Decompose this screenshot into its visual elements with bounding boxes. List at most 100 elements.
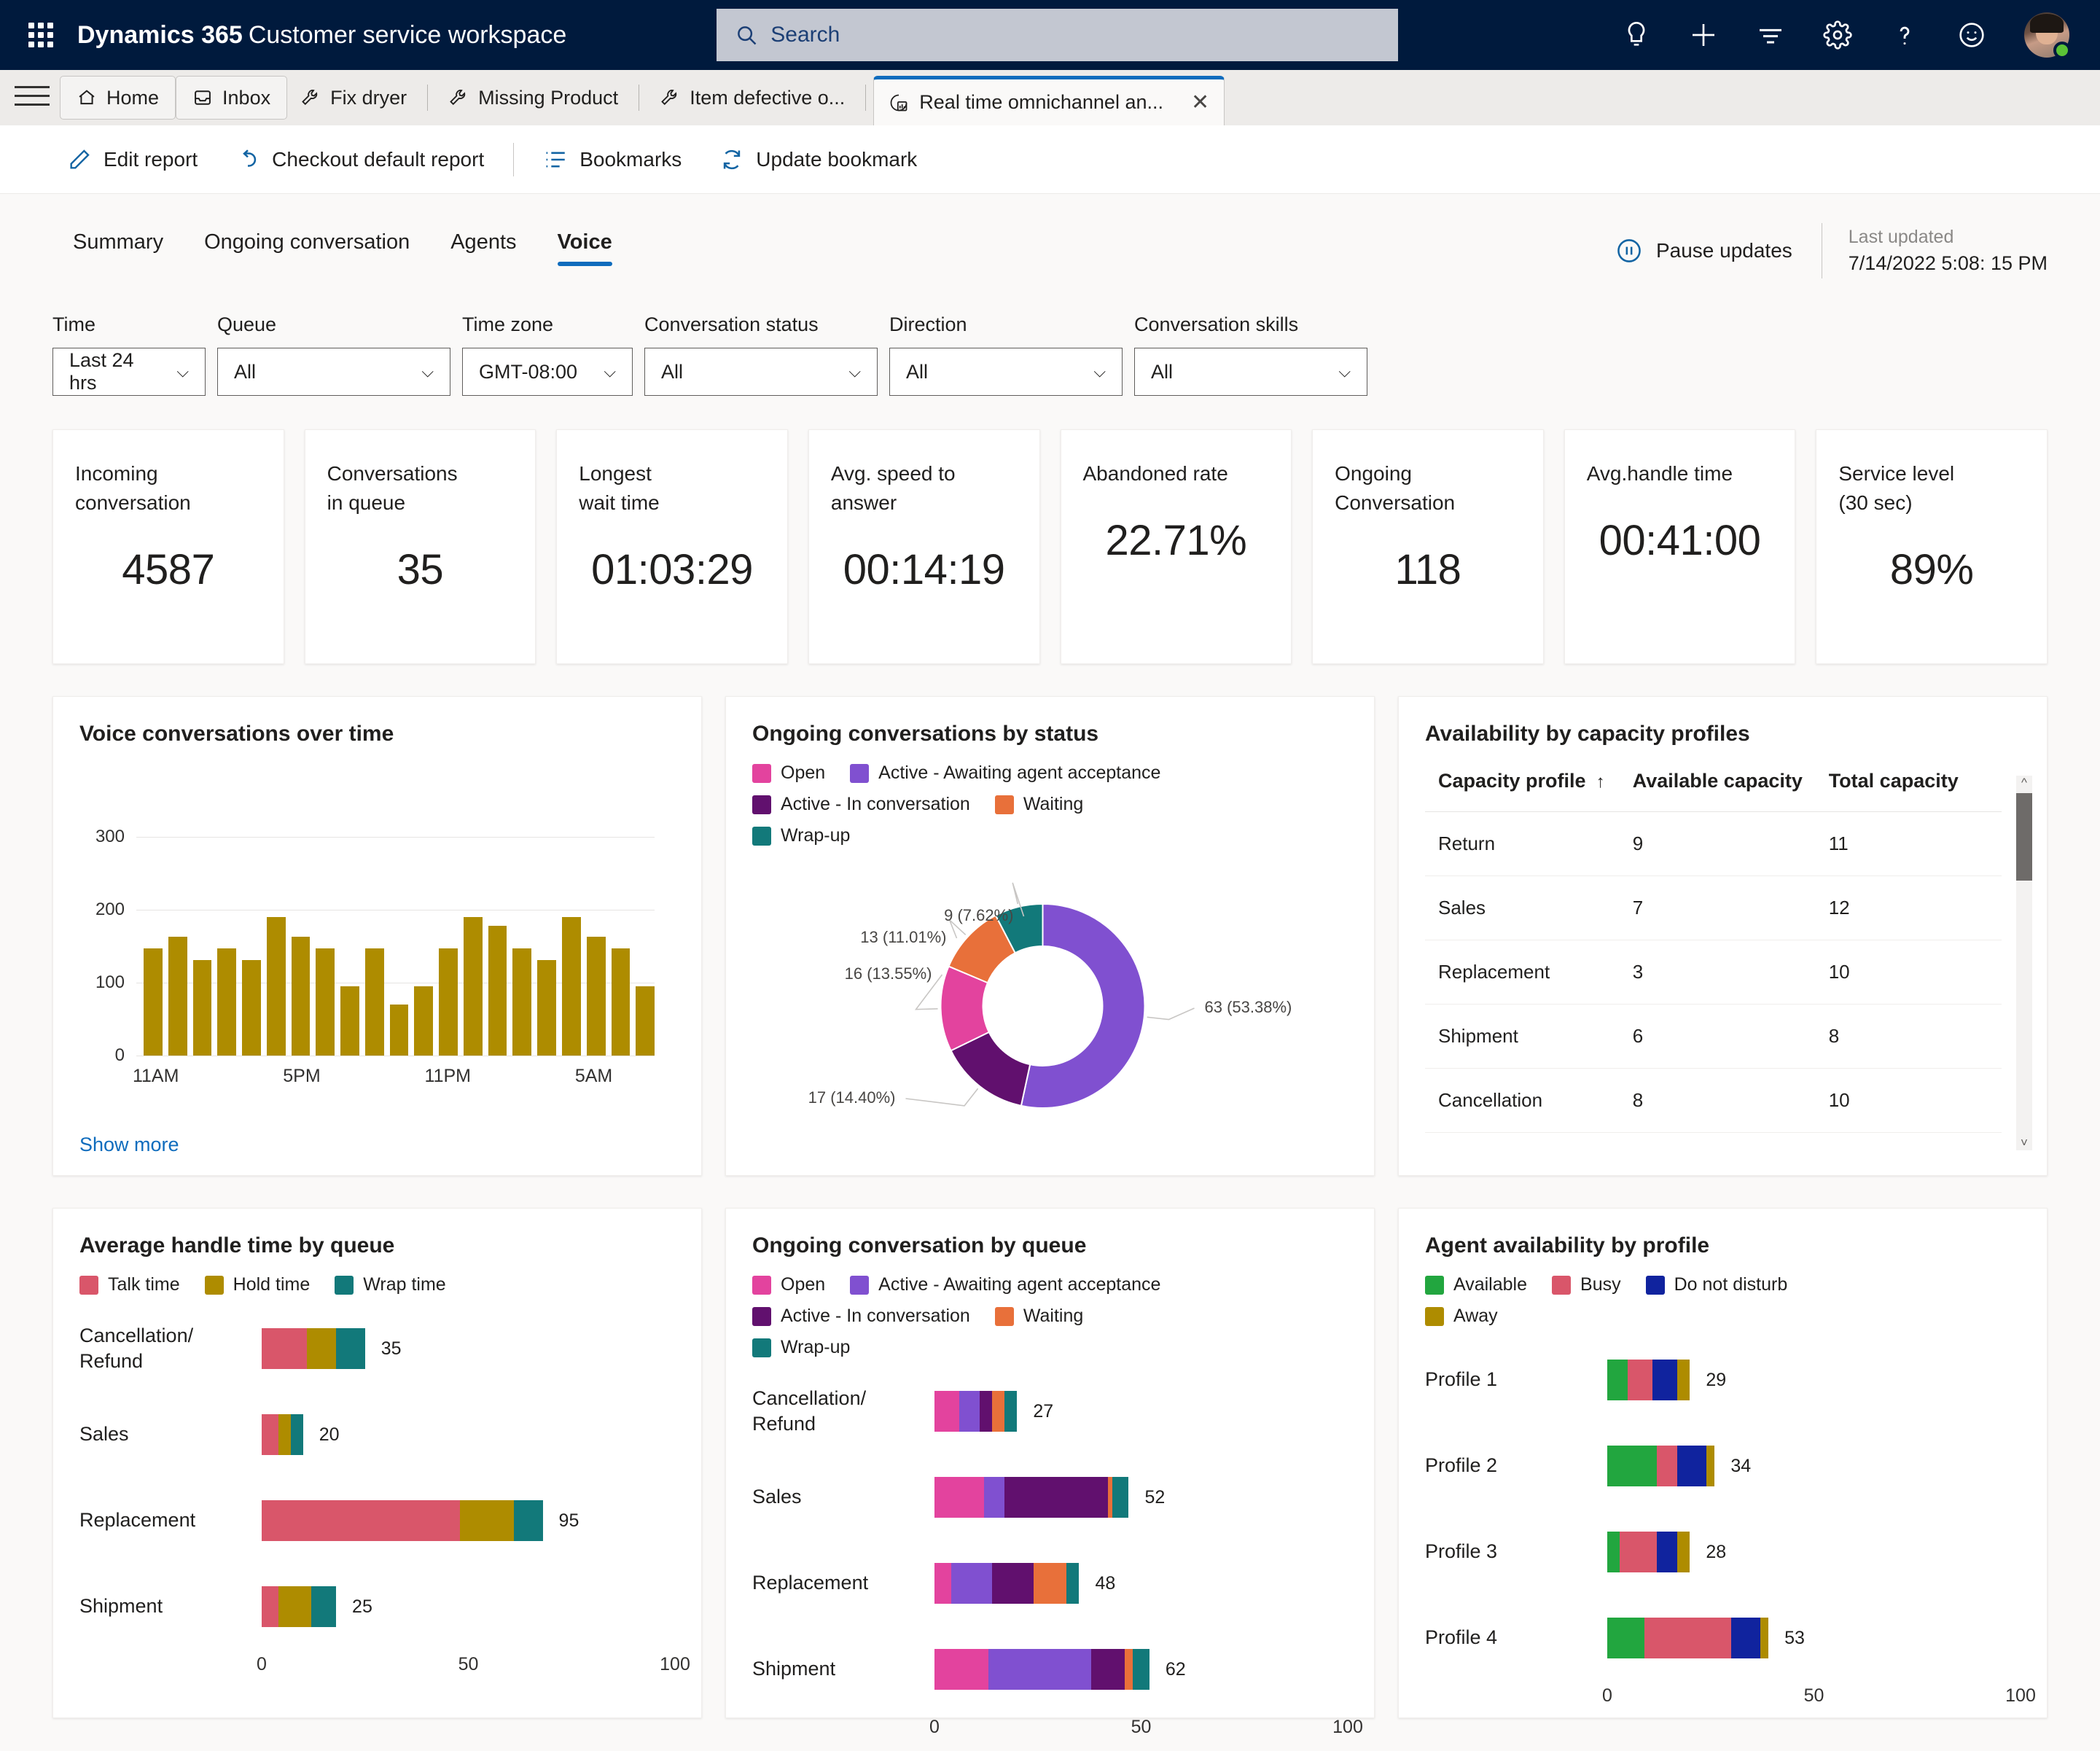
legend-item[interactable]: Wrap-up (752, 825, 850, 846)
bar[interactable] (340, 986, 359, 1056)
close-icon[interactable]: ✕ (1191, 90, 1209, 115)
legend-item[interactable]: Active - In conversation (752, 1306, 970, 1327)
update-bookmark-button[interactable]: Update bookmark (700, 138, 936, 182)
bar[interactable] (488, 926, 507, 1056)
session-tab-item-defective[interactable]: Item defective o... (647, 76, 858, 120)
bar-segment[interactable] (1607, 1360, 1628, 1400)
bar-segment[interactable] (1607, 1618, 1645, 1658)
smiley-feedback-icon[interactable] (1957, 20, 1986, 50)
stacked-bar[interactable] (934, 1563, 1080, 1604)
bar-segment[interactable] (1677, 1360, 1690, 1400)
tab-summary[interactable]: Summary (52, 223, 184, 266)
bar-segment[interactable] (1091, 1649, 1125, 1690)
bar[interactable] (389, 1005, 409, 1056)
bar-segment[interactable] (1607, 1532, 1620, 1572)
pause-updates-button[interactable]: Pause updates (1615, 237, 1822, 265)
legend-item[interactable]: Hold time (204, 1274, 310, 1295)
legend-item[interactable]: Waiting (994, 1306, 1083, 1327)
bar-segment[interactable] (980, 1391, 993, 1432)
session-tab-fix-dryer[interactable]: Fix dryer (287, 76, 420, 120)
bar-segment[interactable] (1124, 1649, 1133, 1690)
filter-time-select[interactable]: Last 24 hrs ⌵ (52, 348, 206, 396)
tab-voice[interactable]: Voice (537, 223, 633, 266)
stacked-bar[interactable] (262, 1500, 543, 1541)
bar-segment[interactable] (1607, 1446, 1658, 1486)
filter-conversation-status-select[interactable]: All ⌵ (644, 348, 878, 396)
bar-segment[interactable] (934, 1563, 951, 1604)
bar[interactable] (463, 917, 483, 1056)
session-tab-inbox[interactable]: Inbox (176, 76, 288, 120)
legend-item[interactable]: Open (752, 763, 825, 784)
bar-segment[interactable] (934, 1391, 960, 1432)
bar-segment[interactable] (934, 1649, 988, 1690)
bar-segment[interactable] (1706, 1446, 1715, 1486)
bar-segment[interactable] (311, 1586, 337, 1627)
stacked-bar[interactable] (1607, 1446, 1715, 1486)
edit-report-button[interactable]: Edit report (48, 138, 216, 182)
legend-item[interactable]: Active - Awaiting agent acceptance (850, 763, 1160, 784)
stacked-bar[interactable] (262, 1328, 365, 1369)
filter-queue-select[interactable]: All ⌵ (217, 348, 450, 396)
stacked-bar[interactable] (1607, 1618, 1769, 1658)
bar[interactable] (291, 937, 311, 1056)
bar-segment[interactable] (1657, 1446, 1678, 1486)
filter-conversation-skills-select[interactable]: All ⌵ (1134, 348, 1367, 396)
avatar[interactable] (2024, 12, 2071, 59)
settings-gear-icon[interactable] (1823, 20, 1852, 50)
stacked-bar[interactable] (1607, 1532, 1690, 1572)
tab-ongoing-conversation[interactable]: Ongoing conversation (184, 223, 430, 266)
help-question-icon[interactable] (1890, 20, 1919, 50)
bar-segment[interactable] (307, 1328, 337, 1369)
stacked-bar[interactable] (934, 1391, 1018, 1432)
bar[interactable] (562, 917, 581, 1056)
search-input[interactable]: Search (717, 9, 1399, 61)
table-row[interactable]: Cancellation 8 10 (1425, 1068, 2002, 1133)
filter-timezone-select[interactable]: GMT-08:00 ⌵ (462, 348, 633, 396)
legend-item[interactable]: Active - Awaiting agent acceptance (850, 1274, 1160, 1295)
bookmarks-button[interactable]: Bookmarks (524, 138, 700, 182)
bar-segment[interactable] (460, 1500, 514, 1541)
lightbulb-icon[interactable] (1622, 20, 1651, 50)
bar-segment[interactable] (262, 1500, 461, 1541)
col-total-capacity[interactable]: Total capacity (1828, 763, 2002, 812)
bar-segment[interactable] (988, 1649, 1092, 1690)
legend-item[interactable]: Wrap-up (752, 1337, 850, 1358)
filter-list-icon[interactable] (1756, 20, 1785, 50)
legend-item[interactable]: Busy (1552, 1274, 1621, 1295)
hamburger-menu-icon[interactable] (15, 70, 50, 125)
table-row[interactable]: Shipment 6 8 (1425, 1004, 2002, 1069)
bar-segment[interactable] (1731, 1618, 1760, 1658)
stacked-bar[interactable] (934, 1649, 1149, 1690)
stacked-bar[interactable] (1607, 1360, 1690, 1400)
bar[interactable] (439, 948, 458, 1056)
bar-segment[interactable] (951, 1563, 993, 1604)
bar[interactable] (242, 960, 261, 1056)
bar-segment[interactable] (290, 1414, 303, 1455)
table-scrollbar[interactable]: ^ ˅ (2016, 776, 2032, 1150)
legend-item[interactable]: Active - In conversation (752, 794, 970, 815)
bar-segment[interactable] (1004, 1477, 1109, 1518)
app-launcher-waffle-icon[interactable] (20, 15, 61, 55)
session-tab-missing-product[interactable]: Missing Product (435, 76, 631, 120)
bar-segment[interactable] (1034, 1563, 1067, 1604)
stacked-bar[interactable] (262, 1586, 337, 1627)
bar-segment[interactable] (1677, 1532, 1690, 1572)
bar-segment[interactable] (278, 1586, 312, 1627)
bar-segment[interactable] (1628, 1360, 1653, 1400)
bar-segment[interactable] (1004, 1391, 1018, 1432)
bar-segment[interactable] (992, 1563, 1034, 1604)
bar-segment[interactable] (262, 1414, 278, 1455)
bar[interactable] (414, 986, 434, 1056)
bar-segment[interactable] (1677, 1446, 1707, 1486)
table-row[interactable]: Sales 7 12 (1425, 876, 2002, 940)
legend-item[interactable]: Away (1425, 1306, 1498, 1327)
bar-segment[interactable] (1760, 1618, 1769, 1658)
bar[interactable] (144, 948, 163, 1056)
legend-item[interactable]: Waiting (994, 794, 1083, 815)
bar[interactable] (168, 937, 187, 1056)
bar-segment[interactable] (1620, 1532, 1658, 1572)
bar[interactable] (512, 948, 532, 1056)
tab-agents[interactable]: Agents (430, 223, 536, 266)
bar-segment[interactable] (513, 1500, 543, 1541)
bar[interactable] (217, 948, 237, 1056)
